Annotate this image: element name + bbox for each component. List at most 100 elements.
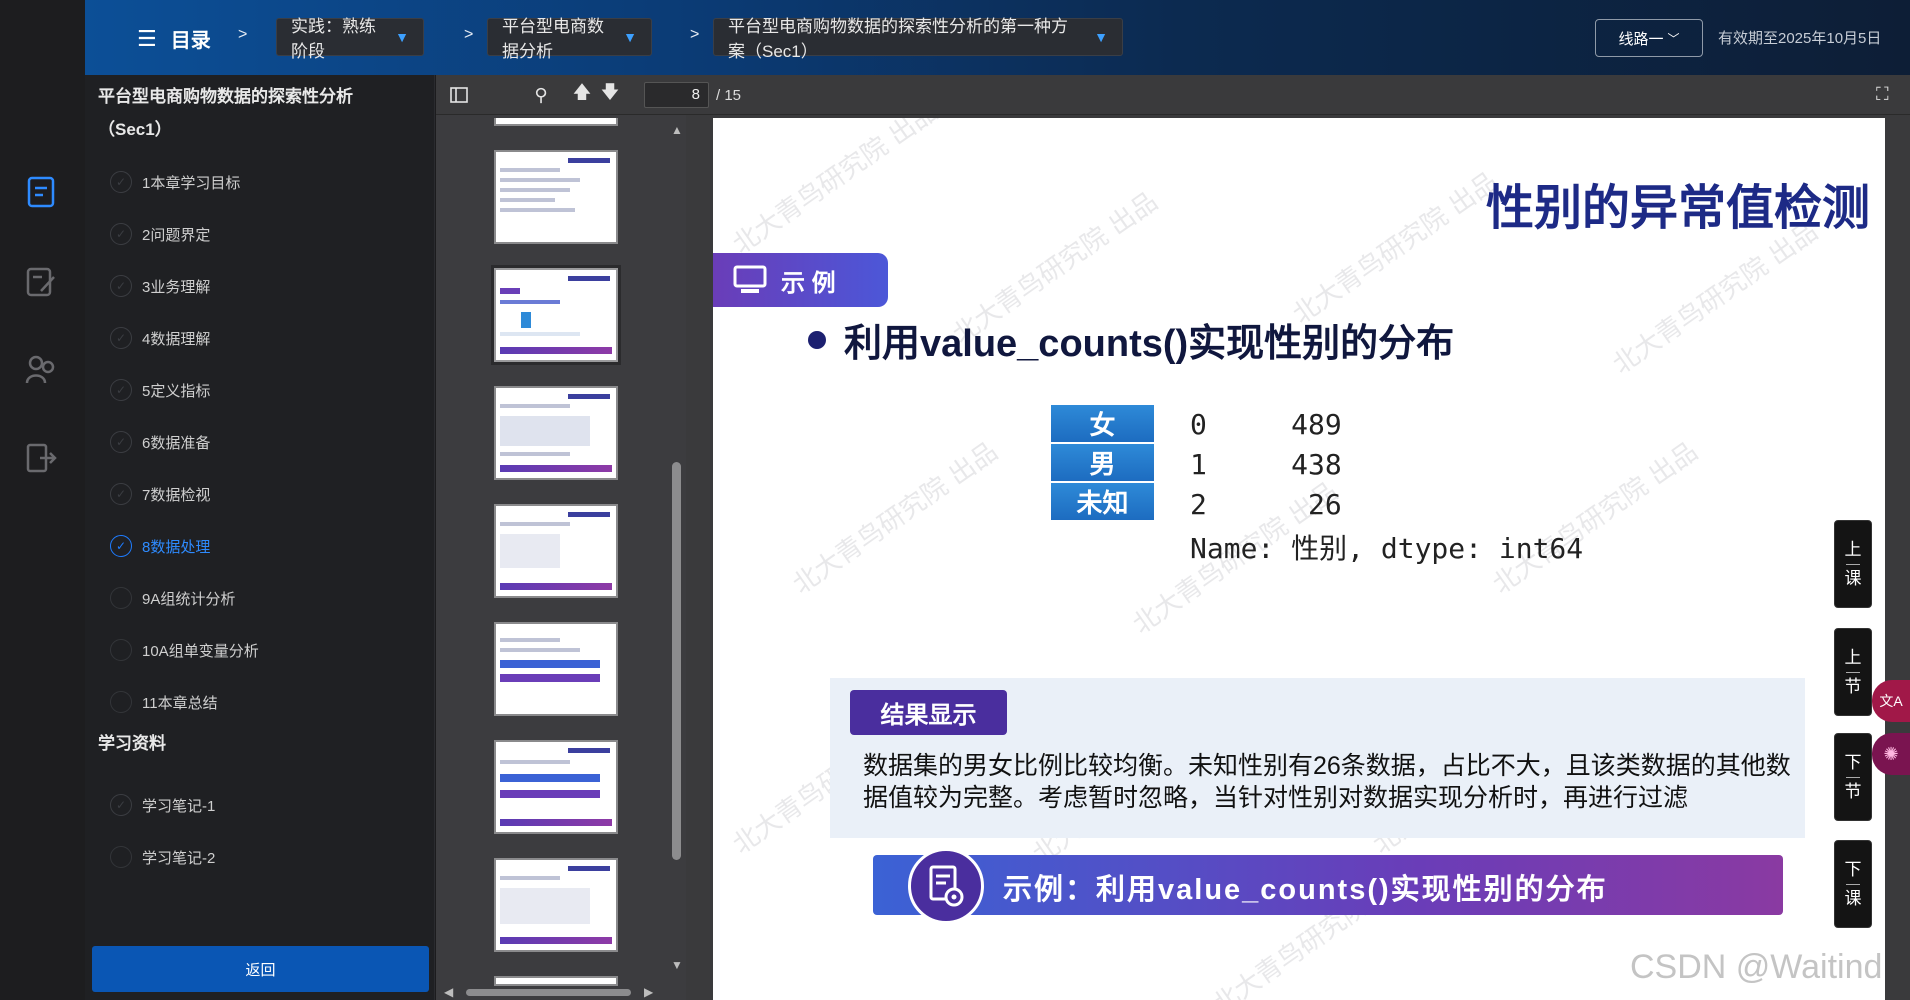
next-lesson-button[interactable]: 下课: [1834, 840, 1872, 928]
slide-page: 北大青鸟研究院 出品 北大青鸟研究院 出品 北大青鸟研究院 出品 北大青鸟研究院…: [713, 118, 1885, 1000]
sidebar-item-data-preparation[interactable]: ✓ 6数据准备: [110, 427, 210, 457]
page-number-input[interactable]: 8: [644, 82, 709, 108]
bullet-text: 利用value_counts()实现性别的分布: [844, 323, 1455, 365]
breadcrumb-label: 实践：熟练阶段: [291, 17, 376, 61]
document-view-icon: [908, 848, 984, 924]
page-thumbnail[interactable]: [494, 504, 618, 598]
sidebar-item-learning-goals[interactable]: ✓ 1本章学习目标: [110, 167, 240, 197]
side-button-label: 下: [1844, 859, 1862, 879]
page-thumbnail[interactable]: [494, 622, 618, 716]
caret-down-icon: ▼: [623, 29, 637, 45]
slide-title: 性别的异常值检测: [1485, 182, 1870, 235]
sidebar-item-problem-definition[interactable]: ✓ 2问题界定: [110, 219, 210, 249]
breadcrumb-course[interactable]: 平台型电商数据分析 ▼: [487, 17, 652, 61]
translate-icon[interactable]: 文A: [1872, 680, 1910, 722]
breadcrumb-separator-icon: >: [238, 26, 248, 43]
sidebar-item-label: 11本章总结: [142, 694, 218, 712]
side-button-label: 下: [1844, 752, 1862, 772]
row-label: 男: [1051, 444, 1154, 481]
check-icon: ✓: [110, 379, 132, 401]
page-thumbnail-current[interactable]: [491, 265, 621, 365]
list-icon: ☰: [137, 25, 157, 51]
check-icon: ✓: [110, 275, 132, 297]
edit-icon[interactable]: [24, 265, 58, 299]
row-label: 未知: [1051, 483, 1154, 520]
breadcrumb-separator-icon: >: [690, 26, 700, 43]
users-icon[interactable]: [24, 353, 58, 387]
scroll-down-icon[interactable]: ▼: [671, 958, 683, 972]
search-icon[interactable]: ⚲: [528, 83, 554, 107]
page-thumbnail[interactable]: [494, 150, 618, 244]
watermark: 北大青鸟研究院 出品: [1487, 436, 1704, 601]
thumbnail-horizontal-scrollbar[interactable]: [466, 989, 631, 996]
sidebar-toggle-icon[interactable]: [446, 83, 472, 107]
expiry-text: 有效期至2025年10月5日: [1718, 30, 1882, 47]
icon-rail: [0, 0, 85, 1000]
sidebar-item-label: 3业务理解: [142, 278, 211, 296]
page-thumbnail[interactable]: [494, 858, 618, 952]
watermark: 北大青鸟研究院 出品: [1287, 166, 1504, 331]
scroll-up-icon[interactable]: ▲: [671, 123, 683, 137]
sidebar-item-data-inspection[interactable]: ✓ 7数据检视: [110, 479, 210, 509]
previous-lesson-button[interactable]: 上课: [1834, 520, 1872, 608]
side-button-label: 上: [1844, 647, 1862, 667]
scroll-right-icon[interactable]: ▶: [644, 985, 653, 999]
example-tab: 示 例: [713, 253, 888, 307]
check-icon: ✓: [110, 223, 132, 245]
scroll-left-icon[interactable]: ◀: [444, 985, 453, 999]
empty-circle-icon: [110, 587, 132, 609]
result-text: 数据集的男女比例比较均衡。未知性别有26条数据，占比不大，且该类数据的其他数据值…: [863, 752, 1791, 812]
sidebar-item-group-a-univariate[interactable]: 10A组单变量分析: [110, 635, 259, 665]
brain-icon[interactable]: ✺: [1872, 733, 1910, 775]
side-button-label: 节: [1844, 676, 1862, 696]
top-bar: ☰ 目录 > 实践：熟练阶段 ▼ > 平台型电商数据分析 ▼ > 平台型电商购物…: [85, 0, 1910, 75]
exit-icon[interactable]: [24, 441, 58, 475]
pdf-toolbar: ⚲ 🡅 🡇 8 / 15: [436, 75, 1910, 115]
previous-page-icon[interactable]: 🡅: [569, 82, 595, 107]
check-icon: ✓: [110, 171, 132, 193]
empty-circle-icon: [110, 691, 132, 713]
example-tab-label: 示 例: [781, 269, 836, 297]
breadcrumb-separator-icon: >: [464, 26, 474, 43]
sidebar-item-summary[interactable]: 11本章总结: [110, 687, 218, 717]
next-page-icon[interactable]: 🡇: [597, 82, 623, 107]
code-line: Name: 性别, dtype: int64: [1190, 532, 1584, 565]
check-icon: ✓: [110, 794, 132, 816]
previous-section-button[interactable]: 上节: [1834, 628, 1872, 716]
sidebar-item-label: 2问题界定: [142, 226, 211, 244]
document-icon[interactable]: [24, 175, 58, 209]
sidebar-item-label: 10A组单变量分析: [142, 642, 259, 660]
page-thumbnail[interactable]: [494, 740, 618, 834]
chevron-down-icon: ﹀: [1667, 31, 1680, 46]
route-label: 线路一: [1618, 30, 1664, 48]
page-thumbnail[interactable]: [494, 118, 618, 126]
thumbnail-scrollbar[interactable]: [672, 462, 681, 860]
fullscreen-icon[interactable]: ⛶: [1876, 84, 1889, 105]
material-item-notes-1[interactable]: ✓ 学习笔记-1: [110, 790, 215, 820]
check-icon: ✓: [110, 327, 132, 349]
sidebar-item-data-processing[interactable]: ✓ 8数据处理: [110, 531, 210, 561]
back-button[interactable]: 返回: [92, 946, 429, 992]
sidebar-item-label: 6数据准备: [142, 434, 211, 452]
check-icon: ✓: [110, 431, 132, 453]
breadcrumb-lesson[interactable]: 平台型电商购物数据的探索性分析的第一种方案（Sec1） ▼: [713, 17, 1123, 61]
sidebar-item-group-a-statistics[interactable]: 9A组统计分析: [110, 583, 235, 613]
sidebar-item-data-understanding[interactable]: ✓ 4数据理解: [110, 323, 210, 353]
next-section-button[interactable]: 下节: [1834, 733, 1872, 821]
side-button-label: 节: [1844, 781, 1862, 801]
breadcrumb-stage[interactable]: 实践：熟练阶段 ▼: [276, 17, 424, 61]
csdn-watermark: CSDN @Waitind: [1630, 948, 1883, 986]
watermark: 北大青鸟研究院 出品: [787, 436, 1004, 601]
page-thumbnail[interactable]: [494, 386, 618, 480]
check-circle-icon: ✓: [110, 535, 132, 557]
watermark: 北大青鸟研究院 出品: [727, 118, 944, 261]
sidebar-item-define-metrics[interactable]: ✓ 5定义指标: [110, 375, 210, 405]
material-item-notes-2[interactable]: 学习笔记-2: [110, 842, 215, 872]
sidebar-item-business-understanding[interactable]: ✓ 3业务理解: [110, 271, 210, 301]
route-select[interactable]: 线路一 ﹀: [1595, 19, 1703, 57]
page-thumbnail[interactable]: [494, 976, 618, 986]
catalog-menu[interactable]: ☰ 目录: [137, 24, 211, 53]
side-button-label: 课: [1844, 888, 1862, 908]
sidebar-item-label: 7数据检视: [142, 486, 211, 504]
caret-down-icon: ▼: [395, 29, 409, 45]
